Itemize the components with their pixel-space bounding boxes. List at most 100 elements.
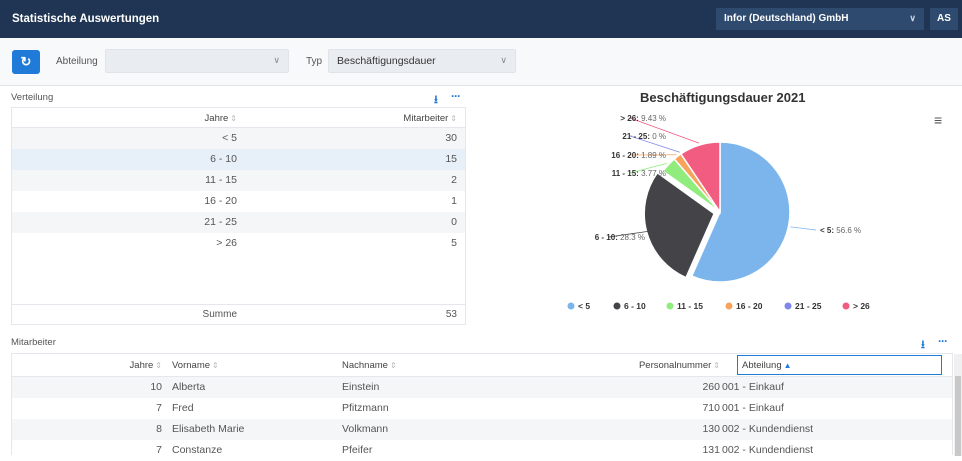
cell-jahre: < 5	[222, 132, 237, 144]
table-row[interactable]: 6 - 10 15	[12, 149, 465, 170]
legend-item[interactable]: < 5	[578, 301, 590, 311]
refresh-icon: ↻	[21, 54, 32, 69]
table-row[interactable]: 10 Alberta Einstein 260 001 - Einkauf	[12, 377, 952, 398]
cell-jahre: 8	[156, 423, 162, 435]
scrollbar[interactable]	[954, 354, 962, 456]
employees-title: Mitarbeiter	[11, 337, 56, 348]
cell-abteilung: 001 - Einkauf	[722, 381, 784, 393]
company-name: Infor (Deutschland) GmbH	[724, 13, 848, 25]
table-row[interactable]: 7 Constanze Pfeifer 131 002 - Kundendien…	[12, 440, 952, 461]
pie-chart: < 5: 56.6 % 6 - 10: 28.3 % 11 - 15: 3.77 %…	[540, 110, 920, 325]
cell-mitarbeiter: 5	[451, 237, 457, 249]
table-row[interactable]: 21 - 25 0	[12, 212, 465, 233]
legend-marker	[843, 303, 850, 310]
table-row[interactable]: 7 Fred Pfitzmann 710 001 - Einkauf	[12, 398, 952, 419]
table-header: Jahre⇕ Mitarbeiter⇕	[12, 108, 465, 128]
cell-abteilung: 001 - Einkauf	[722, 402, 784, 414]
column-header-personalnummer[interactable]: Personalnummer⇕	[639, 360, 720, 371]
summary-row: Summe 53	[12, 304, 465, 324]
cell-vorname: Elisabeth Marie	[172, 423, 244, 435]
cell-mitarbeiter: 2	[451, 174, 457, 186]
legend-item[interactable]: > 26	[853, 301, 870, 311]
sort-icon: ⇕	[450, 114, 457, 123]
legend-marker	[667, 303, 674, 310]
column-header-abteilung[interactable]: Abteilung▲	[742, 360, 792, 371]
sort-icon: ⇕	[212, 361, 219, 370]
cell-personalnummer: 130	[702, 423, 720, 435]
legend-item[interactable]: 6 - 10	[624, 301, 646, 311]
cell-personalnummer: 131	[702, 444, 720, 456]
legend-marker	[568, 303, 575, 310]
column-header-nachname[interactable]: Nachname⇕	[342, 360, 397, 371]
column-header-mitarbeiter[interactable]: Mitarbeiter⇕	[403, 113, 457, 124]
cell-nachname: Volkmann	[342, 423, 388, 435]
type-select[interactable]: Beschäftigungsdauer ∨	[328, 49, 516, 73]
chevron-down-icon: ∨	[273, 55, 280, 66]
cell-nachname: Pfitzmann	[342, 402, 389, 414]
department-select[interactable]: ∨	[105, 49, 289, 73]
distribution-table: Jahre⇕ Mitarbeiter⇕ < 530 6 - 1015 11 - …	[11, 107, 466, 325]
data-label: < 5: 56.6 %	[820, 226, 861, 235]
sort-icon: ⇕	[230, 114, 237, 123]
cell-vorname: Fred	[172, 402, 194, 414]
sort-icon: ⇕	[390, 361, 397, 370]
cell-jahre: 11 - 15	[205, 174, 237, 186]
cell-personalnummer: 710	[702, 402, 720, 414]
type-label: Typ	[306, 56, 322, 67]
table-row[interactable]: > 26 5	[12, 233, 465, 254]
cell-jahre: 21 - 25	[204, 216, 237, 228]
cell-jahre: > 26	[216, 237, 237, 249]
column-header-vorname[interactable]: Vorname⇕	[172, 360, 219, 371]
sum-label: Summe	[203, 309, 237, 320]
company-selector[interactable]: Infor (Deutschland) GmbH ∨	[716, 8, 924, 30]
chevron-down-icon: ∨	[909, 13, 916, 25]
cell-jahre: 10	[150, 381, 162, 393]
more-icon[interactable]: ···	[938, 334, 947, 348]
distribution-title: Verteilung	[11, 92, 53, 103]
more-icon[interactable]: ···	[451, 89, 460, 103]
cell-nachname: Pfeifer	[342, 444, 372, 456]
callout-line	[790, 227, 816, 230]
legend-item[interactable]: 16 - 20	[736, 301, 763, 311]
department-label: Abteilung	[56, 56, 98, 67]
legend-item[interactable]: 21 - 25	[795, 301, 822, 311]
cell-jahre: 6 - 10	[210, 153, 237, 165]
app-title: Statistische Auswertungen	[12, 13, 159, 25]
data-label: 16 - 20: 1.89 %	[611, 151, 666, 160]
sort-icon: ⇕	[155, 361, 162, 370]
legend-marker	[614, 303, 621, 310]
cell-abteilung: 002 - Kundendienst	[722, 423, 813, 435]
scrollbar-thumb[interactable]	[955, 376, 961, 456]
cell-mitarbeiter: 15	[445, 153, 457, 165]
cell-vorname: Constanze	[172, 444, 222, 456]
cell-mitarbeiter: 1	[451, 195, 457, 207]
data-label: 6 - 10: 28.3 %	[595, 233, 645, 242]
data-label: > 26: 9.43 %	[620, 114, 666, 123]
table-row[interactable]: 16 - 20 1	[12, 191, 465, 212]
employees-table: Jahre⇕ Vorname⇕ Nachname⇕ Personalnummer…	[11, 353, 953, 455]
legend-marker	[785, 303, 792, 310]
table-row[interactable]: < 5 30	[12, 128, 465, 149]
data-label: 11 - 15: 3.77 %	[612, 169, 666, 178]
type-value: Beschäftigungsdauer	[337, 55, 436, 67]
data-label: 21 - 25: 0 %	[622, 132, 666, 141]
table-header: Jahre⇕ Vorname⇕ Nachname⇕ Personalnummer…	[12, 354, 952, 377]
user-avatar[interactable]: AS	[930, 8, 958, 30]
chart-menu-icon[interactable]: ≡	[934, 112, 942, 128]
table-row[interactable]: 11 - 15 2	[12, 170, 465, 191]
refresh-button[interactable]: ↻	[12, 50, 40, 74]
cell-mitarbeiter: 0	[451, 216, 457, 228]
legend-item[interactable]: 11 - 15	[677, 301, 703, 311]
chart-title: Beschäftigungsdauer 2021	[640, 90, 805, 105]
cell-jahre: 7	[156, 444, 162, 456]
cell-vorname: Alberta	[172, 381, 205, 393]
cell-jahre: 16 - 20	[204, 195, 237, 207]
chevron-down-icon: ∨	[500, 55, 507, 66]
cell-personalnummer: 260	[702, 381, 720, 393]
table-row[interactable]: 8 Elisabeth Marie Volkmann 130 002 - Kun…	[12, 419, 952, 440]
cell-abteilung: 002 - Kundendienst	[722, 444, 813, 456]
column-header-jahre[interactable]: Jahre⇕	[130, 360, 162, 371]
cell-mitarbeiter: 30	[445, 132, 457, 144]
sort-ascending-icon: ▲	[784, 361, 792, 370]
column-header-jahre[interactable]: Jahre⇕	[205, 113, 237, 124]
